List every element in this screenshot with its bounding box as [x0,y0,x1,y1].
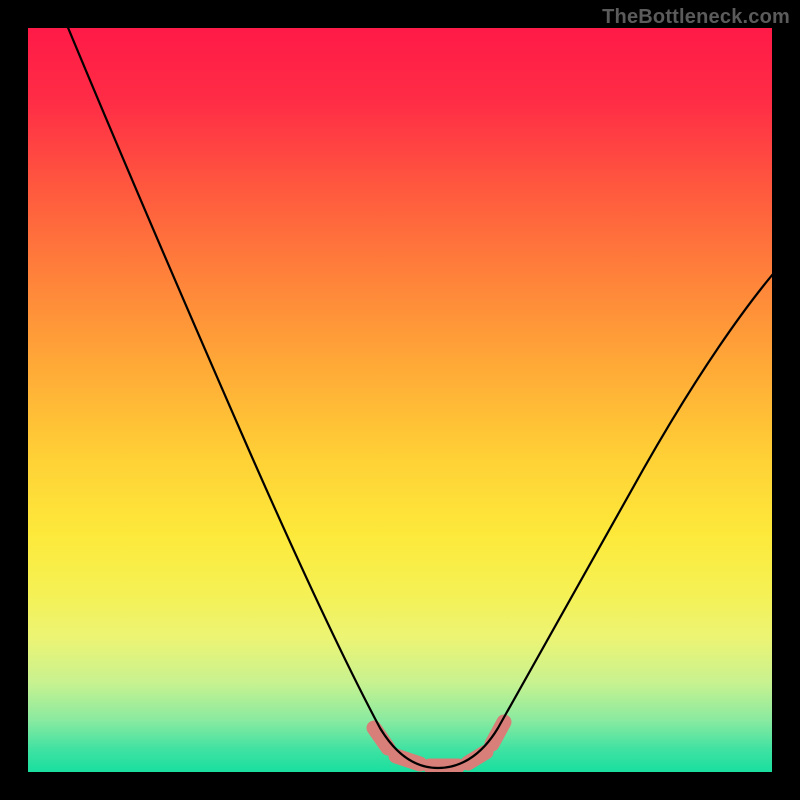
plot-area [28,28,772,772]
bottom-highlight [374,722,504,766]
watermark-text: TheBottleneck.com [602,6,790,29]
curve-layer [28,28,772,772]
chart-stage: TheBottleneck.com [0,0,800,800]
v-curve [64,28,772,768]
